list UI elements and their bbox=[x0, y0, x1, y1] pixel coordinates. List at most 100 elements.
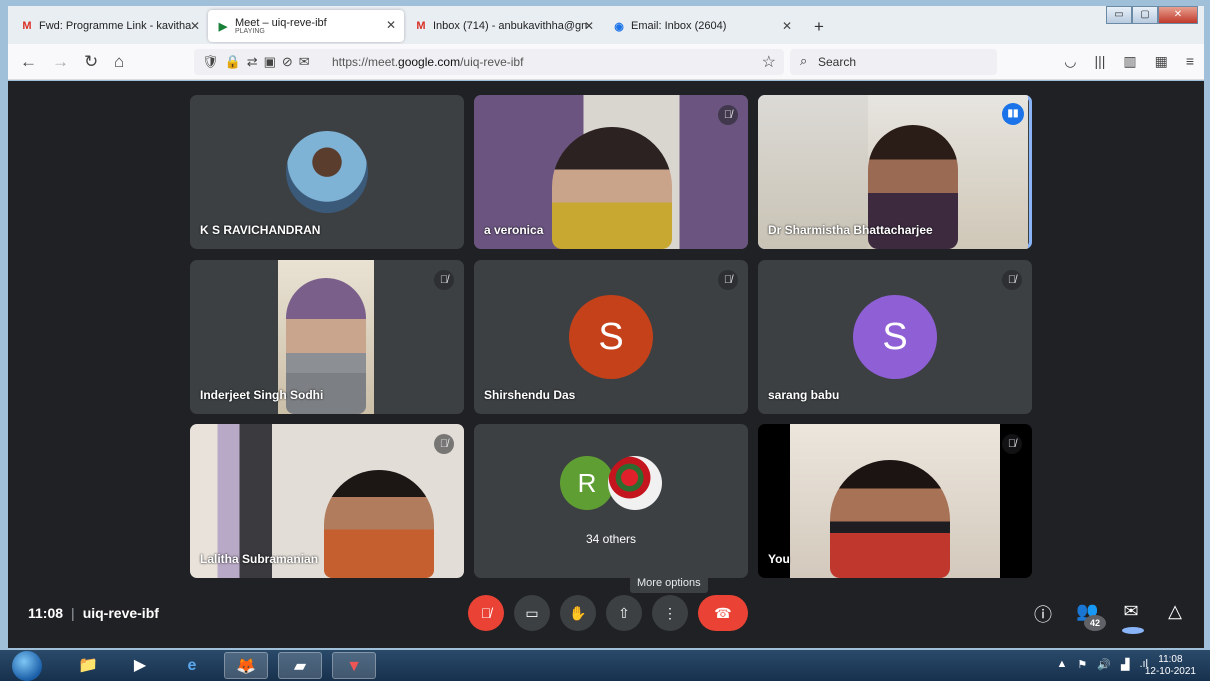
gmail-icon: M bbox=[416, 20, 426, 32]
mic-off-icon: 🎙̸ bbox=[434, 434, 454, 454]
raise-hand-button[interactable]: ✋ bbox=[560, 595, 596, 631]
volume-icon[interactable]: 🔊 bbox=[1097, 658, 1111, 671]
media-player-icon[interactable]: ▶ bbox=[118, 652, 162, 679]
participant-tile[interactable]: S 🎙̸ Shirshendu Das bbox=[474, 260, 748, 414]
participant-name: sarang babu bbox=[768, 388, 840, 402]
participant-name: K S RAVICHANDRAN bbox=[200, 223, 321, 237]
meet-icon: ▶ bbox=[218, 20, 228, 33]
browser-nav-bar: ← → ↻ ⌂ 🛡🔒⇄▣⊘✉ https://meet.google.com/u… bbox=[8, 44, 1204, 80]
forward-icon[interactable]: → bbox=[52, 52, 69, 72]
participant-tile[interactable]: 🎙̸ Lalitha Subramanian bbox=[190, 424, 464, 578]
meeting-time: 11:08 bbox=[28, 605, 64, 621]
more-options-button[interactable]: ⋮ bbox=[652, 595, 688, 631]
file-explorer-icon[interactable]: 📁 bbox=[66, 652, 110, 679]
window-controls: ▭ ▢ ✕ bbox=[1106, 6, 1198, 24]
browser-tab-bar: M Fwd: Programme Link - kavitha ✕ ▶ Meet… bbox=[8, 6, 1204, 44]
extension-icon[interactable]: ▦ bbox=[1155, 53, 1168, 70]
menu-icon[interactable]: ≡ bbox=[1186, 53, 1194, 70]
meeting-details-button[interactable]: ⓘ bbox=[1032, 601, 1054, 643]
back-icon[interactable]: ← bbox=[20, 52, 37, 72]
participant-tile[interactable]: 🎙̸ Inderjeet Singh Sodhi bbox=[190, 260, 464, 414]
site-permission-icons[interactable]: 🛡🔒⇄▣⊘✉ bbox=[202, 54, 316, 70]
others-tile[interactable]: R 34 others bbox=[474, 424, 748, 578]
tab-fwd-programme-link[interactable]: M Fwd: Programme Link - kavitha ✕ bbox=[12, 11, 208, 41]
tab-playing-label: PLAYING bbox=[235, 28, 265, 35]
sidebar-icon[interactable]: ▥ bbox=[1123, 53, 1136, 70]
close-icon[interactable]: ✕ bbox=[584, 19, 594, 33]
participant-count-badge: 42 bbox=[1084, 615, 1106, 631]
chat-button[interactable]: ✉ bbox=[1120, 601, 1144, 643]
present-screen-button[interactable]: ⇧ bbox=[606, 595, 642, 631]
bookmark-star-icon[interactable]: ☆ bbox=[762, 52, 776, 72]
mic-off-icon: 🎙̸ bbox=[718, 270, 738, 290]
action-center-icon[interactable]: ⚑ bbox=[1077, 658, 1087, 671]
participant-tile[interactable]: S 🎙̸ sarang babu bbox=[758, 260, 1032, 414]
pocket-icon[interactable]: ◡ bbox=[1064, 53, 1076, 70]
tab-label: Inbox (714) - anbukavithha@gn bbox=[433, 20, 588, 32]
self-tile[interactable]: 🎙̸ You bbox=[758, 424, 1032, 578]
maximize-button[interactable]: ▢ bbox=[1132, 6, 1158, 24]
close-window-button[interactable]: ✕ bbox=[1158, 6, 1198, 24]
tab-meet[interactable]: ▶ Meet – uiq-reve-ibf PLAYING ✕ bbox=[208, 10, 404, 42]
avatar: S bbox=[569, 295, 653, 379]
library-icon[interactable]: ||| bbox=[1094, 53, 1105, 70]
gmail-icon: M bbox=[22, 20, 32, 32]
participant-name: Inderjeet Singh Sodhi bbox=[200, 388, 324, 402]
meeting-info: 11:08 | uiq-reve-ibf bbox=[28, 605, 159, 621]
search-placeholder: Search bbox=[818, 55, 857, 69]
app-window-icon[interactable]: ▰ bbox=[278, 652, 322, 679]
tab-inbox[interactable]: M Inbox (714) - anbukavithha@gn ✕ bbox=[406, 11, 602, 41]
tab-label: Email: Inbox (2604) bbox=[631, 20, 727, 32]
camera-toggle-button[interactable]: ▭ bbox=[514, 595, 550, 631]
network-icon[interactable]: ▟ bbox=[1121, 658, 1129, 671]
mic-off-icon: 🎙̸ bbox=[434, 270, 454, 290]
new-tab-icon[interactable]: + bbox=[814, 17, 824, 37]
firefox-icon[interactable]: 🦊 bbox=[224, 652, 268, 679]
participant-name: Dr Sharmistha Bhattacharjee bbox=[768, 223, 933, 237]
avatar: S bbox=[853, 295, 937, 379]
system-tray: ▲ ⚑ 🔊 ▟ .ıl bbox=[1057, 658, 1149, 671]
clock-time: 11:08 bbox=[1158, 654, 1183, 665]
participant-name: a veronica bbox=[484, 223, 544, 237]
participant-tile-speaking[interactable]: ▮▮ Dr Sharmistha Bhattacharjee bbox=[758, 95, 1032, 249]
show-hidden-icons[interactable]: ▲ bbox=[1057, 658, 1068, 671]
participant-name: You bbox=[768, 552, 790, 566]
windows-taskbar: 📁 ▶ e 🦊 ▰ ▼ ▲ ⚑ 🔊 ▟ .ıl 11:08 12-10-2021 bbox=[0, 650, 1210, 681]
address-bar[interactable]: 🛡🔒⇄▣⊘✉ https://meet.google.com/uiq-reve-… bbox=[194, 49, 784, 75]
reload-icon[interactable]: ↻ bbox=[84, 52, 98, 72]
search-icon: ⌕ bbox=[800, 53, 808, 68]
participant-tile[interactable]: K S RAVICHANDRAN bbox=[190, 95, 464, 249]
home-icon[interactable]: ⌂ bbox=[114, 52, 124, 72]
close-icon[interactable]: ✕ bbox=[386, 18, 396, 32]
meet-window: K S RAVICHANDRAN 🎙̸ a veronica ▮▮ Dr Sha… bbox=[8, 81, 1204, 648]
clock-date: 12-10-2021 bbox=[1144, 666, 1196, 677]
tab-email-inbox[interactable]: ◉ Email: Inbox (2604) ✕ bbox=[604, 11, 800, 41]
close-icon[interactable]: ✕ bbox=[190, 19, 200, 33]
participant-tile[interactable]: 🎙̸ a veronica bbox=[474, 95, 748, 249]
mic-toggle-button[interactable]: 🎙̸ bbox=[468, 595, 504, 631]
toolbar-icons: ◡ ||| ▥ ▦ ≡ bbox=[1064, 53, 1194, 70]
others-count-label: 34 others bbox=[585, 532, 637, 546]
participant-name: Shirshendu Das bbox=[484, 388, 576, 402]
avatar: R bbox=[560, 456, 614, 510]
start-button[interactable] bbox=[12, 651, 42, 681]
leave-call-button[interactable]: ☎ bbox=[698, 595, 748, 631]
app-v-icon[interactable]: ▼ bbox=[332, 652, 376, 679]
search-input[interactable]: ⌕ Search bbox=[790, 49, 997, 75]
url-text: https://meet.google.com/uiq-reve-ibf bbox=[332, 55, 524, 69]
meeting-code: uiq-reve-ibf bbox=[82, 605, 159, 621]
internet-explorer-icon[interactable]: e bbox=[170, 652, 214, 679]
system-clock[interactable]: 11:08 12-10-2021 bbox=[1145, 654, 1196, 678]
tab-label: Fwd: Programme Link - kavitha bbox=[39, 20, 192, 32]
participant-name: Lalitha Subramanian bbox=[200, 552, 319, 566]
minimize-button[interactable]: ▭ bbox=[1106, 6, 1132, 24]
mic-off-icon: 🎙̸ bbox=[718, 105, 738, 125]
participant-photo bbox=[286, 131, 368, 213]
mic-off-icon: 🎙̸ bbox=[1002, 434, 1022, 454]
mic-off-icon: 🎙̸ bbox=[1002, 270, 1022, 290]
more-options-tooltip: More options bbox=[630, 573, 708, 593]
activities-button[interactable]: △ bbox=[1164, 601, 1186, 643]
close-icon[interactable]: ✕ bbox=[782, 19, 792, 33]
people-button[interactable]: 👥42 bbox=[1076, 601, 1106, 643]
self-video bbox=[790, 424, 1000, 578]
